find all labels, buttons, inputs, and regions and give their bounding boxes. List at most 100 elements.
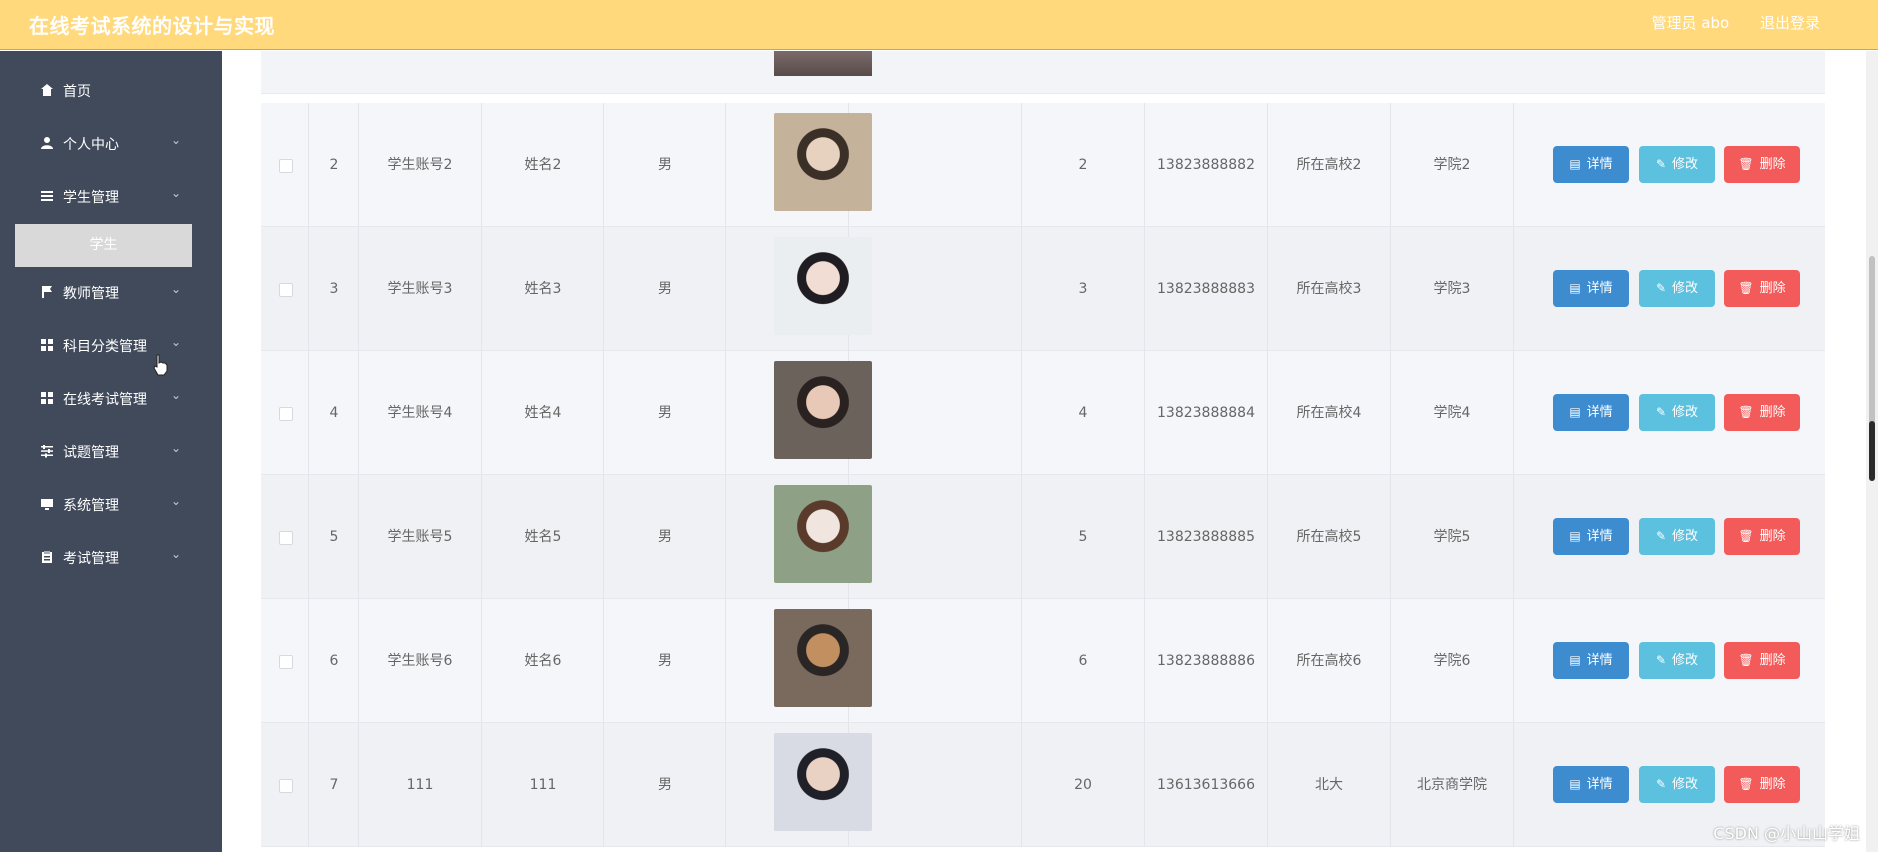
edit-button[interactable]: ✎ 修改: [1639, 518, 1715, 555]
cell-college: 学院5: [1433, 529, 1471, 545]
button-label: 详情: [1586, 653, 1613, 668]
trash-icon: 🗑: [1738, 777, 1754, 791]
sidebar-item-label: 学生管理: [63, 190, 119, 206]
sidebar-item-label: 考试管理: [63, 551, 119, 567]
cell-school: 所在高校5: [1296, 529, 1362, 545]
edit-button[interactable]: ✎ 修改: [1639, 766, 1715, 803]
app-title: 在线考试系统的设计与实现: [29, 14, 275, 38]
sidebar-item-teacher-management[interactable]: 教师管理 ⌄: [0, 273, 222, 313]
sidebar-item-system-management[interactable]: 系统管理 ⌄: [0, 485, 222, 525]
cell-name: 姓名4: [524, 405, 562, 421]
row-checkbox[interactable]: [279, 283, 293, 297]
sidebar-item-exam-management[interactable]: 考试管理 ⌄: [0, 538, 222, 578]
cell-gender: 男: [658, 777, 672, 793]
trash-icon: 🗑: [1738, 157, 1754, 171]
sidebar-item-label: 在线考试管理: [63, 392, 147, 408]
home-icon: [41, 84, 53, 96]
button-label: 删除: [1759, 529, 1786, 544]
detail-button[interactable]: ▤ 详情: [1553, 270, 1629, 307]
button-label: 修改: [1672, 529, 1699, 544]
sidebar-item-subject-category[interactable]: 科目分类管理 ⌄: [0, 326, 222, 366]
sidebar-item-question-management[interactable]: 试题管理 ⌄: [0, 432, 222, 472]
cell-name: 姓名5: [524, 529, 562, 545]
cell-phone: 13823888886: [1157, 653, 1255, 669]
document-icon: ▤: [1569, 777, 1581, 791]
delete-button[interactable]: 🗑 删除: [1724, 766, 1800, 803]
delete-button[interactable]: 🗑 删除: [1724, 394, 1800, 431]
button-label: 修改: [1672, 281, 1699, 296]
delete-button[interactable]: 🗑 删除: [1724, 518, 1800, 555]
sidebar-item-home[interactable]: 首页: [0, 71, 222, 111]
edit-button[interactable]: ✎ 修改: [1639, 394, 1715, 431]
row-checkbox[interactable]: [279, 655, 293, 669]
grid-icon: [41, 392, 53, 404]
button-label: 删除: [1759, 157, 1786, 172]
detail-button[interactable]: ▤ 详情: [1553, 642, 1629, 679]
table-row: 5学生账号5姓名5男513823888885所在高校5学院5班级5▤详情✎修改🗑…: [261, 475, 1825, 599]
row-checkbox[interactable]: [279, 779, 293, 793]
cell-name: 姓名2: [524, 157, 562, 173]
delete-button[interactable]: 🗑 删除: [1724, 270, 1800, 307]
detail-button[interactable]: ▤ 详情: [1553, 394, 1629, 431]
sidebar-item-label: 系统管理: [63, 498, 119, 514]
cell-school: 所在高校2: [1296, 157, 1362, 173]
cell-index: 2: [329, 157, 339, 173]
document-icon: ▤: [1569, 281, 1581, 295]
detail-button[interactable]: ▤ 详情: [1553, 146, 1629, 183]
sidebar-item-label: 个人中心: [63, 137, 119, 153]
cell-phone: 13823888885: [1157, 529, 1255, 545]
student-photo: [774, 485, 872, 583]
user-label: 管理员 abo: [1651, 14, 1730, 32]
edit-icon: ✎: [1655, 281, 1667, 295]
sidebar-item-online-exam[interactable]: 在线考试管理 ⌄: [0, 379, 222, 419]
edit-button[interactable]: ✎ 修改: [1639, 642, 1715, 679]
detail-button[interactable]: ▤ 详情: [1553, 766, 1629, 803]
sidebar-item-label: 首页: [63, 84, 91, 100]
cell-college: 学院4: [1433, 405, 1471, 421]
document-icon: ▤: [1569, 405, 1581, 419]
cell-account: 学生账号4: [387, 405, 453, 421]
cell-age: 2: [1078, 157, 1088, 173]
table-row: 7111111男2013613613666北大北京商学院大三▤详情✎修改🗑删除: [261, 723, 1825, 847]
button-label: 修改: [1672, 157, 1699, 172]
detail-button[interactable]: ▤ 详情: [1553, 518, 1629, 555]
grid-icon: [41, 339, 53, 351]
cell-name: 姓名3: [524, 281, 562, 297]
top-right-actions: 管理员 abo 退出登录: [1626, 12, 1820, 33]
cell-name: 姓名6: [524, 653, 562, 669]
chevron-down-icon: ⌄: [171, 494, 182, 508]
cell-phone: 13823888884: [1157, 405, 1255, 421]
scrollbar-thumb[interactable]: [1869, 421, 1875, 481]
chevron-down-icon: ⌄: [171, 547, 182, 561]
sidebar-item-personal-center[interactable]: 个人中心 ⌄: [0, 124, 222, 164]
edit-button[interactable]: ✎ 修改: [1639, 146, 1715, 183]
list-icon: [41, 191, 53, 201]
table-row-partial: [261, 51, 1825, 94]
row-checkbox[interactable]: [279, 159, 293, 173]
cell-phone: 13613613666: [1157, 777, 1255, 793]
sidebar-subitem-student[interactable]: 学生: [15, 224, 192, 267]
cell-college: 学院3: [1433, 281, 1471, 297]
button-label: 删除: [1759, 281, 1786, 296]
sidebar-item-student-management[interactable]: 学生管理 ⌄: [0, 177, 222, 217]
cell-school: 所在高校6: [1296, 653, 1362, 669]
button-label: 详情: [1586, 529, 1613, 544]
monitor-icon: [41, 499, 53, 510]
cell-age: 3: [1078, 281, 1088, 297]
scrollbar[interactable]: [1866, 51, 1878, 852]
cell-account: 学生账号5: [387, 529, 453, 545]
cell-name: 111: [529, 777, 557, 793]
table-row: 2学生账号2姓名2男213823888882所在高校2学院2班级2▤详情✎修改🗑…: [261, 103, 1825, 227]
row-checkbox[interactable]: [279, 531, 293, 545]
sidebar-item-label: 教师管理: [63, 286, 119, 302]
edit-button[interactable]: ✎ 修改: [1639, 270, 1715, 307]
sidebar-item-label: 试题管理: [63, 445, 119, 461]
logout-link[interactable]: 退出登录: [1760, 14, 1820, 32]
sidebar: 首页 个人中心 ⌄ 学生管理 ⌄ 学生 教师管理 ⌄ 科目分类管理 ⌄ 在线考试…: [0, 51, 222, 852]
chevron-down-icon: ⌄: [171, 335, 182, 349]
row-checkbox[interactable]: [279, 407, 293, 421]
cell-index: 7: [329, 777, 339, 793]
delete-button[interactable]: 🗑 删除: [1724, 146, 1800, 183]
delete-button[interactable]: 🗑 删除: [1724, 642, 1800, 679]
chevron-down-icon: ⌄: [171, 282, 182, 296]
